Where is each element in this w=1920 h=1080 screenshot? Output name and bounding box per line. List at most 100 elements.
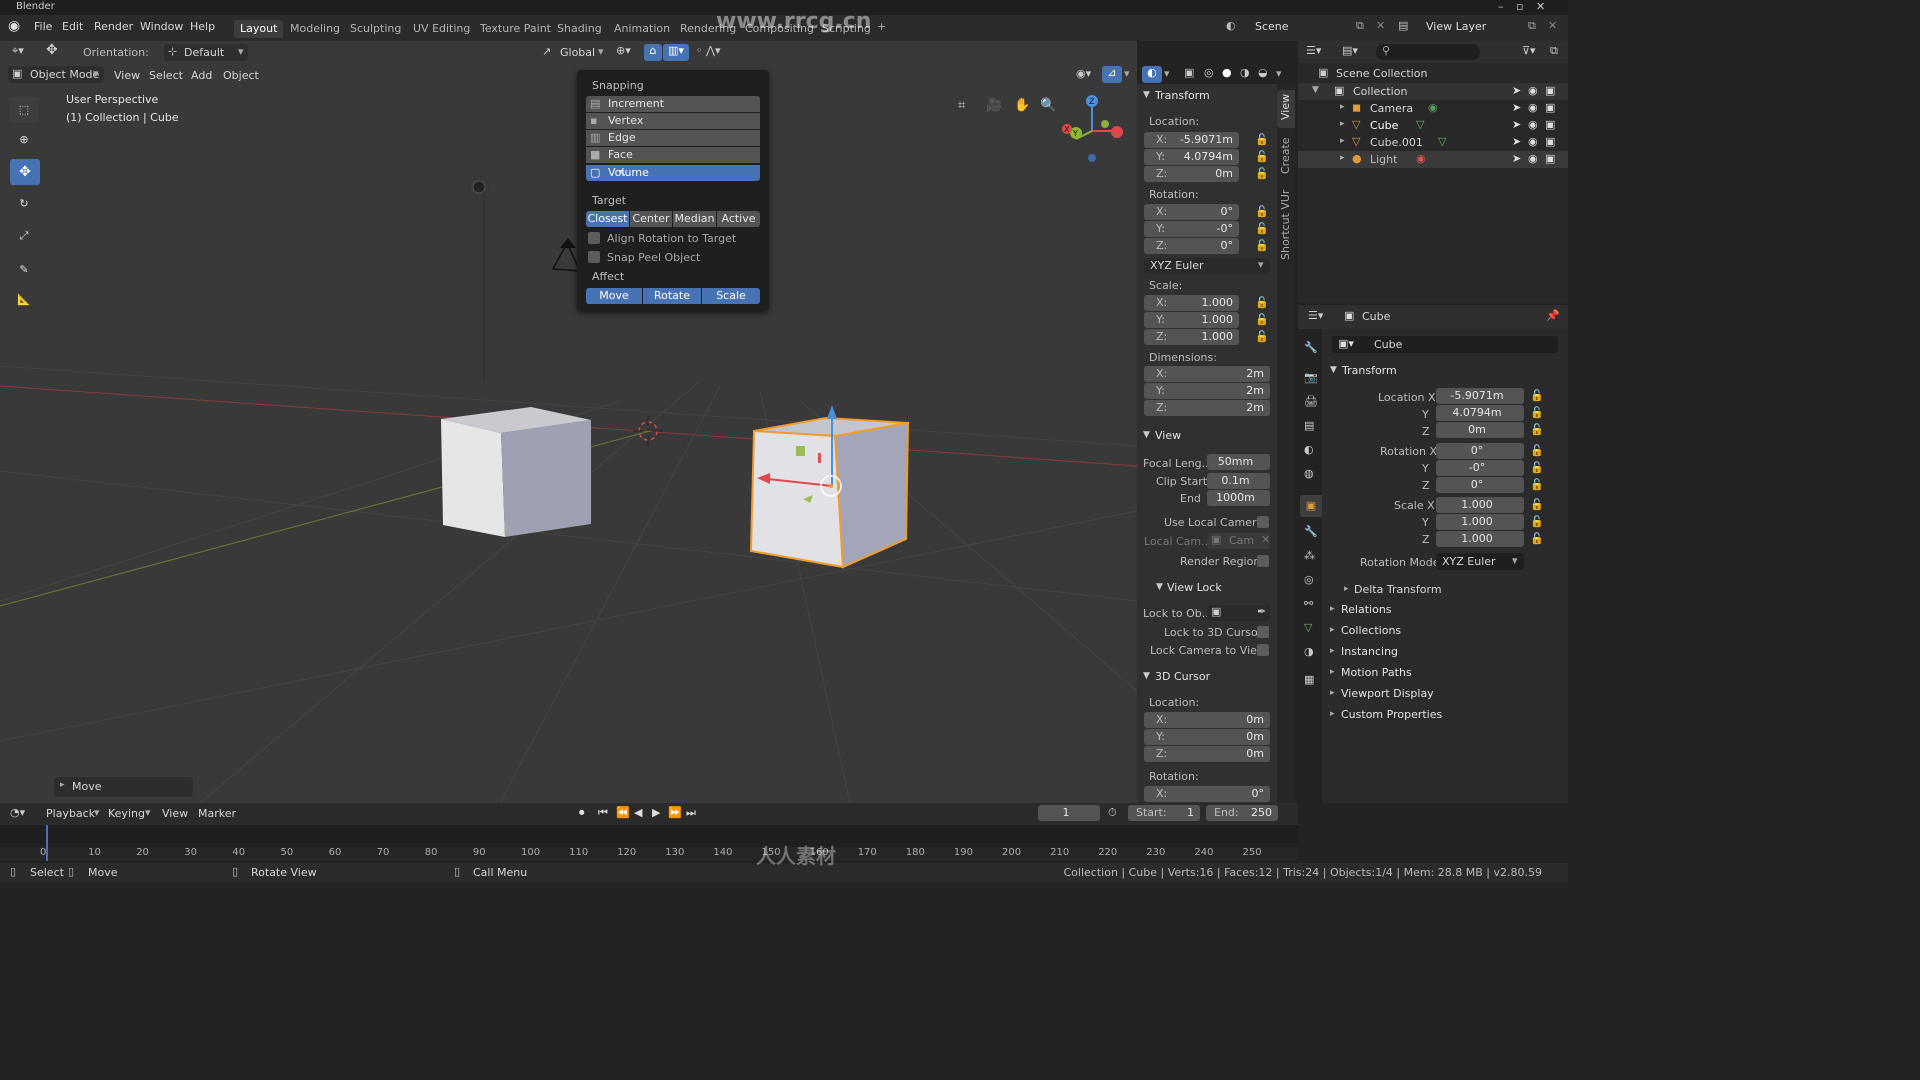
eye-icon[interactable]: ◉ xyxy=(1528,152,1538,165)
local-camera-field[interactable]: ▣ Cam ✕ xyxy=(1207,533,1270,549)
select-toggle-icon[interactable]: ➤ xyxy=(1512,135,1521,148)
custom-properties-expand-icon[interactable]: ▸ xyxy=(1330,709,1335,719)
render-toggle-icon[interactable]: ▣ xyxy=(1545,152,1555,165)
marker-menu[interactable]: Marker xyxy=(198,807,236,820)
instancing-label[interactable]: Instancing xyxy=(1341,645,1398,658)
scene-tab-icon[interactable]: ◐ xyxy=(1304,443,1314,456)
clip-end-field[interactable]: 1000m xyxy=(1207,490,1270,506)
record-icon[interactable]: ⏺ xyxy=(579,806,585,820)
pivot-point-icon[interactable]: ⊕▾ xyxy=(616,44,631,57)
select-toggle-icon[interactable]: ➤ xyxy=(1512,118,1521,131)
use-local-camera-checkbox[interactable] xyxy=(1257,516,1269,528)
close-icon[interactable]: ✕ xyxy=(1536,0,1545,13)
end-frame-field[interactable]: End: 250 xyxy=(1206,805,1278,821)
menu-object[interactable]: Object xyxy=(223,69,259,82)
material-tab-icon[interactable]: ◑ xyxy=(1304,645,1314,658)
tool-annotate[interactable]: ✎ xyxy=(10,257,38,283)
lock-icon[interactable]: 🔓 xyxy=(1530,461,1544,474)
scene-collection-label[interactable]: Scene Collection xyxy=(1336,67,1427,80)
play-reverse-icon[interactable]: ◀ xyxy=(634,806,642,819)
align-rotation-checkbox[interactable] xyxy=(588,232,600,244)
view-lock-collapse-icon[interactable]: ▼ xyxy=(1156,582,1163,592)
modifier-tab-icon[interactable]: 🔧 xyxy=(1304,525,1318,538)
scene-name[interactable]: Scene xyxy=(1255,20,1289,33)
transform-collapse-icon[interactable]: ▼ xyxy=(1143,90,1150,100)
rotation-x-field[interactable]: X: 0° xyxy=(1144,204,1239,220)
eye-icon[interactable]: ◉ xyxy=(1528,84,1538,97)
affect-rotate[interactable]: Rotate xyxy=(643,288,701,304)
start-frame-field[interactable]: Start: 1 xyxy=(1128,805,1200,821)
jump-start-icon[interactable]: ⏮ xyxy=(598,806,608,820)
dimensions-z-field[interactable]: Z: 2m xyxy=(1144,400,1270,416)
menu-window[interactable]: Window xyxy=(140,20,183,33)
target-median[interactable]: Median xyxy=(673,211,716,227)
tool-measure[interactable]: 📐 xyxy=(10,287,38,313)
tab-sculpting[interactable]: Sculpting xyxy=(344,20,407,38)
location-x-field[interactable]: X: -5.9071m xyxy=(1144,132,1239,148)
view-layer-copy-icon[interactable]: ⧉ xyxy=(1528,19,1536,33)
tab-animation[interactable]: Animation xyxy=(608,20,676,38)
lock-icon[interactable]: 🔓 xyxy=(1255,133,1269,146)
blender-logo-icon[interactable]: ◉ xyxy=(8,18,20,34)
keying-menu[interactable]: Keying xyxy=(108,807,145,820)
orientation-dropdown[interactable]: ⊹ Default ▾ xyxy=(164,44,248,61)
filter-icon[interactable]: ⊽▾ xyxy=(1522,44,1536,57)
clock-icon[interactable]: ⏱ xyxy=(1108,806,1117,820)
prop-location-x-field[interactable]: -5.9071m xyxy=(1436,388,1524,404)
outliner-search-input[interactable]: ⚲ xyxy=(1376,44,1480,60)
eye-icon[interactable]: ◉ xyxy=(1528,101,1538,114)
prev-keyframe-icon[interactable]: ⏪ xyxy=(616,806,630,819)
chevron-down-icon[interactable]: ▾ xyxy=(1124,67,1130,80)
menu-render[interactable]: Render xyxy=(94,20,133,33)
camera-view-icon[interactable]: 🎥 xyxy=(986,98,1002,113)
target-active[interactable]: Active xyxy=(717,211,760,227)
render-toggle-icon[interactable]: ▣ xyxy=(1545,118,1555,131)
prop-rotation-y-field[interactable]: -0° xyxy=(1436,460,1524,476)
pan-view-icon[interactable]: ✋ xyxy=(1014,98,1030,113)
cursor-x-field[interactable]: X: 0m xyxy=(1144,712,1270,728)
transform-orientation[interactable]: Global xyxy=(560,46,595,59)
timeline-view-menu[interactable]: View xyxy=(162,807,188,820)
select-toggle-icon[interactable]: ➤ xyxy=(1512,152,1521,165)
lock-icon[interactable]: 🔓 xyxy=(1530,478,1544,491)
view-layer-tab-icon[interactable]: ▤ xyxy=(1304,419,1314,432)
scene-icon[interactable]: ◐ xyxy=(1226,19,1236,32)
location-z-field[interactable]: Z: 0m xyxy=(1144,166,1239,182)
object-tab-icon[interactable]: ▣ xyxy=(1300,495,1322,517)
proportional-edit-icon[interactable]: ◦ ⋀▾ xyxy=(696,44,721,57)
tab-view[interactable]: View xyxy=(1277,90,1295,128)
snap-edge[interactable]: ▥ Edge xyxy=(586,130,760,146)
tab-create[interactable]: Create xyxy=(1277,132,1295,178)
transform-title[interactable]: Transform xyxy=(1155,89,1210,102)
tab-shading[interactable]: Shading xyxy=(551,20,608,38)
snap-element-dropdown[interactable]: ▥▾ xyxy=(663,44,689,61)
select-toggle-icon[interactable]: ➤ xyxy=(1512,101,1521,114)
render-toggle-icon[interactable]: ▣ xyxy=(1545,84,1555,97)
tool-cursor[interactable]: ⊕ xyxy=(10,127,38,153)
viewport-display-expand-icon[interactable]: ▸ xyxy=(1330,688,1335,698)
minimize-icon[interactable]: – xyxy=(1498,0,1504,13)
motion-paths-expand-icon[interactable]: ▸ xyxy=(1330,667,1335,677)
eye-icon[interactable]: ◉ xyxy=(1528,135,1538,148)
gizmo-toggle[interactable]: ⊿ xyxy=(1102,66,1122,83)
restore-icon[interactable]: ▫ xyxy=(1516,0,1523,13)
tab-uv-editing[interactable]: UV Editing xyxy=(407,20,476,38)
prop-location-y-field[interactable]: 4.0794m xyxy=(1436,405,1524,421)
snap-increment[interactable]: ▤ Increment xyxy=(586,96,760,112)
xray-icon[interactable]: ▣ xyxy=(1184,66,1194,79)
prop-rotation-x-field[interactable]: 0° xyxy=(1436,443,1524,459)
lock-icon[interactable]: 🔓 xyxy=(1530,423,1544,436)
menu-edit[interactable]: Edit xyxy=(62,20,83,33)
data-tab-icon[interactable]: ▽ xyxy=(1304,621,1312,634)
add-workspace-icon[interactable]: + xyxy=(877,20,886,33)
affect-move[interactable]: Move xyxy=(586,288,642,304)
snap-vertex[interactable]: ▪ Vertex xyxy=(586,113,760,129)
render-tab-icon[interactable]: 📷 xyxy=(1304,371,1318,384)
menu-view[interactable]: View xyxy=(114,69,140,82)
lock-camera-checkbox[interactable] xyxy=(1257,644,1269,656)
prop-scale-z-field[interactable]: 1.000 xyxy=(1436,531,1524,547)
lock-icon[interactable]: 🔓 xyxy=(1530,532,1544,545)
object-name-field[interactable]: ▣▾ Cube xyxy=(1332,336,1558,353)
solid-shading-icon[interactable]: ● xyxy=(1222,66,1232,79)
rotation-z-field[interactable]: Z: 0° xyxy=(1144,238,1239,254)
